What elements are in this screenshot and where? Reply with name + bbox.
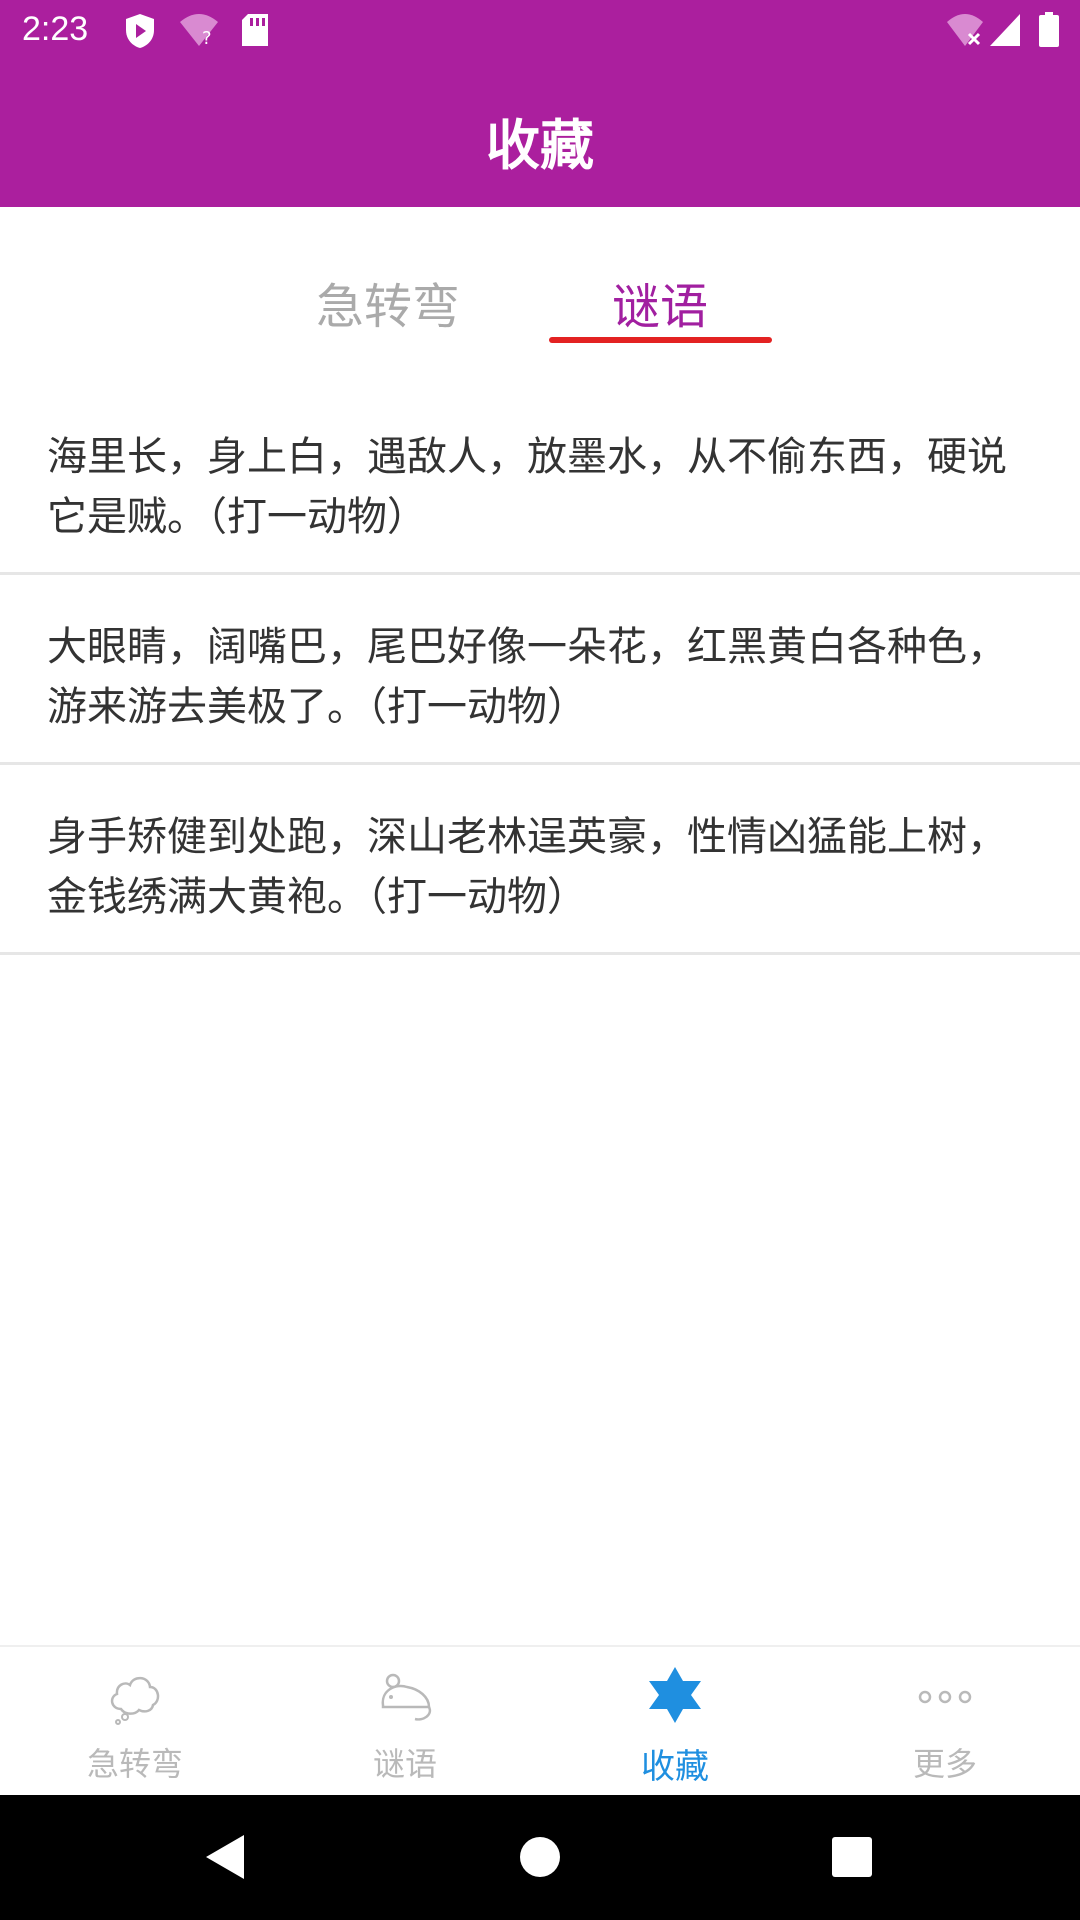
- bottom-nav: 急转弯 谜语 收藏 更多: [0, 1645, 1080, 1797]
- nav-label: 收藏: [641, 1747, 709, 1787]
- signal-icon: [988, 12, 1022, 52]
- cloud-icon: [105, 1665, 165, 1725]
- nav-item-riddle[interactable]: 谜语: [270, 1647, 540, 1797]
- mouse-icon: [375, 1665, 435, 1725]
- list-item[interactable]: 海里长，身上白，遇敌人，放墨水，从不偷东西，硬说它是贼。（打一动物）: [0, 385, 1080, 575]
- page-title: 收藏: [486, 114, 594, 177]
- star-icon: [645, 1665, 705, 1725]
- recents-icon[interactable]: [830, 1833, 872, 1885]
- list-item[interactable]: 大眼睛，阔嘴巴，尾巴好像一朵花，红黑黄白各种色，游来游去美极了。（打一动物）: [0, 575, 1080, 765]
- list-item[interactable]: 身手矫健到处跑，深山老林逞英豪，性情凶猛能上树，金钱绣满大黄袍。（打一动物）: [0, 765, 1080, 955]
- more-dots-icon: [915, 1665, 975, 1725]
- home-icon[interactable]: [518, 1833, 562, 1885]
- nav-item-more[interactable]: 更多: [810, 1647, 1080, 1797]
- tab-riddle[interactable]: 谜语: [560, 267, 760, 337]
- wifi-question-icon: ?: [178, 12, 220, 52]
- status-bar: 2:23 ?: [0, 0, 1080, 63]
- nav-item-favorites[interactable]: 收藏: [540, 1647, 810, 1797]
- svg-text:?: ?: [202, 28, 212, 48]
- nav-label: 急转弯: [86, 1745, 183, 1783]
- nav-label: 谜语: [372, 1745, 437, 1783]
- sd-card-icon: [240, 12, 270, 52]
- nav-item-brain-teaser[interactable]: 急转弯: [0, 1647, 270, 1797]
- tab-indicator: [549, 337, 772, 343]
- battery-icon: [1038, 12, 1060, 52]
- app-bar: 收藏: [0, 63, 1080, 207]
- play-protect-icon: [124, 12, 156, 54]
- riddle-text: 海里长，身上白，遇敌人，放墨水，从不偷东西，硬说它是贼。（打一动物）: [47, 434, 1007, 540]
- back-icon[interactable]: [204, 1833, 246, 1885]
- tab-bar: 急转弯 谜语: [0, 207, 1080, 377]
- nav-label: 更多: [912, 1745, 977, 1783]
- system-nav-bar: [0, 1795, 1080, 1920]
- status-time: 2:23: [22, 10, 89, 48]
- riddle-list: 海里长，身上白，遇敌人，放墨水，从不偷东西，硬说它是贼。（打一动物） 大眼睛，阔…: [0, 385, 1080, 955]
- wifi-off-icon: [945, 12, 985, 52]
- tab-brain-teaser[interactable]: 急转弯: [288, 267, 488, 337]
- riddle-text: 大眼睛，阔嘴巴，尾巴好像一朵花，红黑黄白各种色，游来游去美极了。（打一动物）: [47, 624, 1007, 730]
- riddle-text: 身手矫健到处跑，深山老林逞英豪，性情凶猛能上树，金钱绣满大黄袍。（打一动物）: [47, 814, 1007, 920]
